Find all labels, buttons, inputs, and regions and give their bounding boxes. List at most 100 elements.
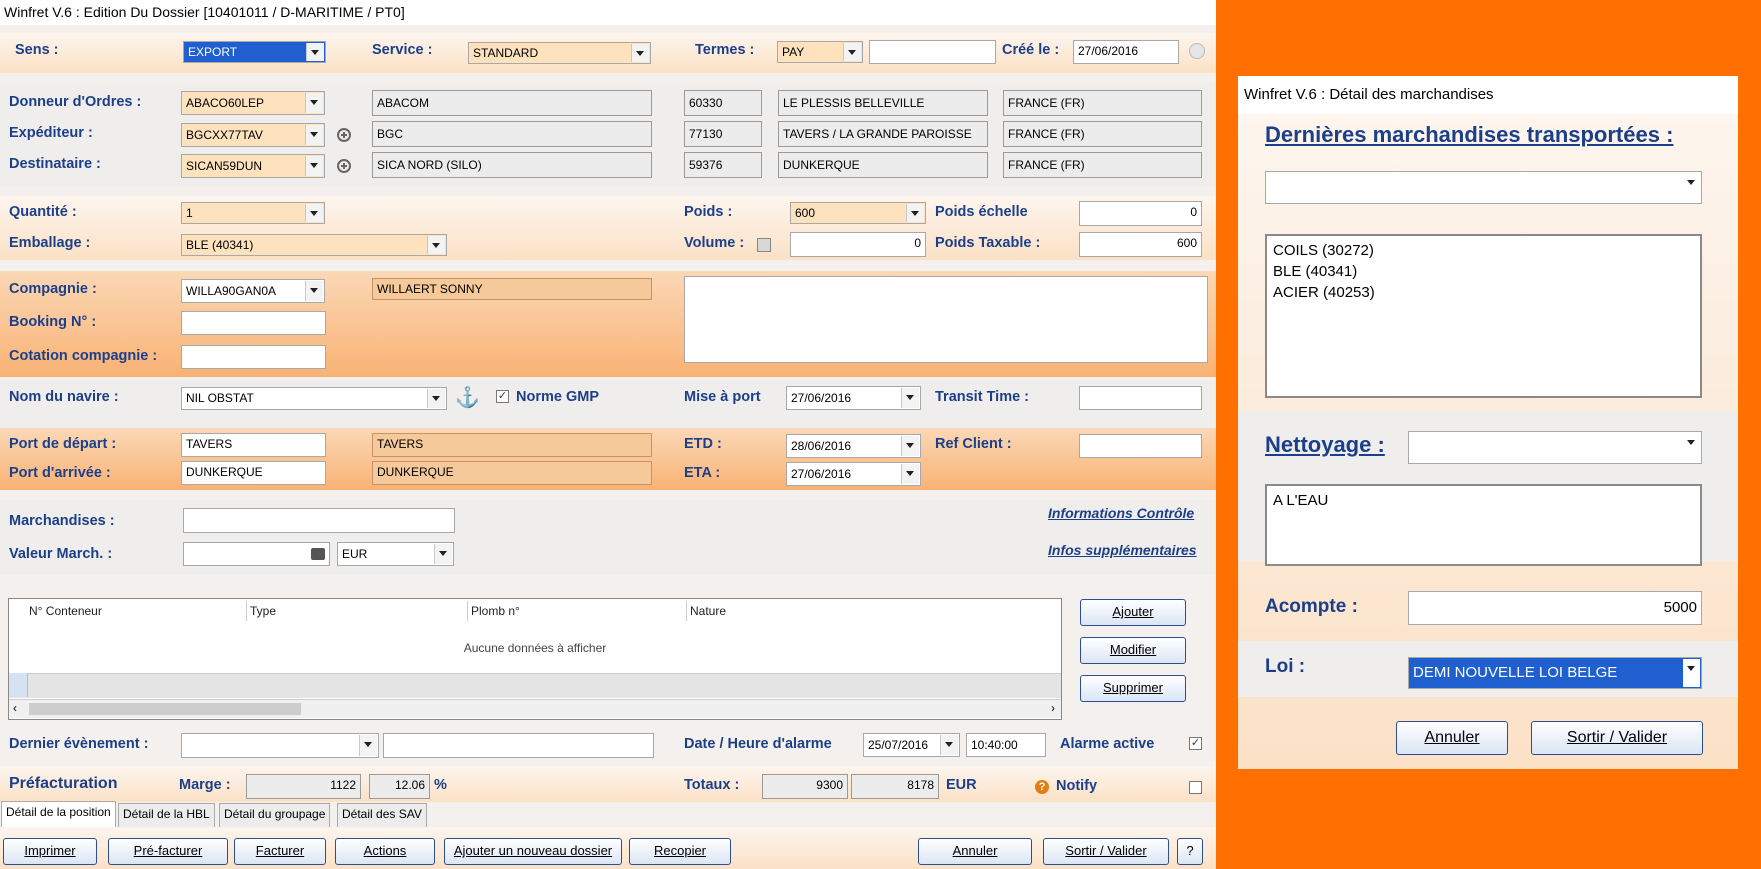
grid-footer-row bbox=[9, 673, 1061, 698]
valeur-input[interactable] bbox=[183, 542, 330, 566]
marchandises-listbox[interactable]: COILS (30272) BLE (40341) ACIER (40253) bbox=[1265, 234, 1702, 398]
booking-input[interactable] bbox=[181, 311, 326, 335]
service-label: Service : bbox=[372, 42, 433, 58]
chevron-down-icon bbox=[1683, 173, 1700, 202]
dernier-evenement-select[interactable] bbox=[181, 733, 379, 758]
cotation-input[interactable] bbox=[181, 345, 326, 369]
service-select[interactable]: STANDARD bbox=[468, 42, 651, 64]
scroll-left-icon[interactable]: ‹ bbox=[13, 701, 17, 715]
termes-extra-input[interactable] bbox=[869, 40, 996, 64]
acompte-input[interactable]: 5000 bbox=[1408, 591, 1702, 625]
poids-echelle-input[interactable]: 0 bbox=[1079, 201, 1202, 226]
poids-taxable-input[interactable]: 600 bbox=[1079, 232, 1202, 257]
quantite-select[interactable]: 1 bbox=[181, 202, 325, 224]
col-header: N° Conteneur bbox=[29, 604, 102, 618]
etd-select[interactable]: 28/06/2016 bbox=[786, 434, 921, 458]
emballage-value: BLE (40341) bbox=[186, 238, 254, 252]
nettoyage-textarea[interactable]: A L'EAU bbox=[1265, 484, 1702, 566]
compagnie-label: Compagnie : bbox=[9, 281, 97, 297]
destinataire-country: FRANCE (FR) bbox=[1003, 152, 1202, 178]
detail-marchandises-window: Winfret V.6 : Détail des marchandises De… bbox=[1238, 76, 1738, 769]
compagnie-select[interactable]: WILLA90GAN0A bbox=[181, 279, 325, 303]
poids-taxable-label: Poids Taxable : bbox=[935, 235, 1041, 251]
alarme-active-checkbox[interactable]: ✓ bbox=[1189, 737, 1202, 750]
supprimer-container-button[interactable]: Supprimer bbox=[1080, 675, 1186, 702]
chevron-down-icon bbox=[1683, 433, 1700, 462]
donneur-city: LE PLESSIS BELLEVILLE bbox=[778, 90, 988, 116]
chevron-down-icon bbox=[901, 436, 919, 456]
col-divider bbox=[467, 601, 468, 621]
ref-client-input[interactable] bbox=[1079, 434, 1202, 458]
dernieres-marchandises-select[interactable] bbox=[1265, 171, 1702, 204]
tab-detail-hbl[interactable]: Détail de la HBL bbox=[118, 803, 215, 827]
help-button[interactable]: ? bbox=[1177, 838, 1203, 865]
eta-select[interactable]: 27/06/2016 bbox=[786, 462, 921, 486]
row-selector[interactable] bbox=[9, 673, 28, 697]
tab-detail-sav[interactable]: Détail des SAV bbox=[337, 803, 427, 827]
notify-checkbox[interactable] bbox=[1189, 781, 1202, 794]
norme-gmp-checkbox[interactable]: ✓ bbox=[496, 390, 509, 403]
sens-select[interactable]: EXPORT bbox=[183, 41, 326, 63]
chevron-down-icon bbox=[427, 236, 445, 254]
side-sortir-valider-button[interactable]: Sortir / Valider bbox=[1531, 721, 1703, 755]
compagnie-name: WILLAERT SONNY bbox=[372, 278, 652, 300]
emballage-label: Emballage : bbox=[9, 235, 91, 251]
chevron-down-icon bbox=[305, 281, 323, 301]
infos-supplementaires-link[interactable]: Infos supplémentaires bbox=[1048, 542, 1197, 558]
devise-value: EUR bbox=[342, 547, 368, 561]
scroll-right-icon[interactable]: › bbox=[1051, 701, 1055, 715]
annuler-button[interactable]: Annuler bbox=[918, 838, 1032, 865]
imprimer-button[interactable]: Imprimer bbox=[3, 838, 97, 865]
add-destinataire-icon[interactable] bbox=[337, 159, 351, 173]
list-item[interactable]: ACIER (40253) bbox=[1273, 282, 1694, 303]
devise-select[interactable]: EUR bbox=[337, 542, 454, 566]
ajouter-dossier-button[interactable]: Ajouter un nouveau dossier bbox=[444, 838, 622, 865]
edit-volume-icon[interactable] bbox=[757, 238, 771, 252]
cree-date-field[interactable]: 27/06/2016 bbox=[1073, 40, 1179, 64]
tab-detail-position[interactable]: Détail de la position bbox=[1, 801, 116, 827]
alarme-date-select[interactable]: 25/07/2016 bbox=[863, 733, 960, 757]
actions-button[interactable]: Actions bbox=[335, 838, 435, 865]
modifier-container-button[interactable]: Modifier bbox=[1080, 637, 1186, 664]
list-item[interactable]: COILS (30272) bbox=[1273, 240, 1694, 261]
horizontal-scrollbar[interactable]: ‹ › bbox=[9, 699, 1061, 718]
marge-label: Marge : bbox=[179, 777, 231, 793]
recopier-button[interactable]: Recopier bbox=[629, 838, 731, 865]
emballage-select[interactable]: BLE (40341) bbox=[181, 234, 447, 256]
prefacturer-button[interactable]: Pré-facturer bbox=[108, 838, 228, 865]
navire-select[interactable]: NIL OBSTAT bbox=[181, 387, 447, 410]
nettoyage-select[interactable] bbox=[1408, 431, 1702, 464]
expediteur-code-select[interactable]: BGCXX77TAV bbox=[181, 123, 325, 147]
list-item[interactable]: BLE (40341) bbox=[1273, 261, 1694, 282]
marchandises-input[interactable] bbox=[183, 508, 455, 533]
chevron-down-icon bbox=[843, 43, 861, 61]
sortir-valider-button[interactable]: Sortir / Valider bbox=[1043, 838, 1169, 865]
scroll-thumb[interactable] bbox=[29, 703, 301, 715]
mise-date-select[interactable]: 27/06/2016 bbox=[786, 386, 921, 410]
status-circle-icon[interactable] bbox=[1189, 43, 1205, 59]
alarme-time-input[interactable]: 10:40:00 bbox=[966, 733, 1046, 757]
poids-echelle-label: Poids échelle bbox=[935, 204, 1028, 220]
volume-input[interactable]: 0 bbox=[790, 232, 926, 257]
ajouter-container-button[interactable]: Ajouter bbox=[1080, 599, 1186, 626]
transit-input[interactable] bbox=[1079, 386, 1202, 410]
loi-select[interactable]: DEMI NOUVELLE LOI BELGE bbox=[1408, 657, 1702, 689]
notify-label: Notify bbox=[1056, 778, 1098, 794]
termes-select[interactable]: PAY bbox=[777, 41, 863, 63]
etd-value: 28/06/2016 bbox=[791, 439, 852, 453]
add-expediteur-icon[interactable] bbox=[337, 128, 351, 142]
donneur-code-select[interactable]: ABACO60LEP bbox=[181, 91, 325, 115]
depart-input[interactable]: TAVERS bbox=[181, 433, 326, 457]
poids-select[interactable]: 600 bbox=[790, 202, 926, 224]
col-header: Plomb n° bbox=[471, 604, 520, 618]
arrivee-input[interactable]: DUNKERQUE bbox=[181, 461, 326, 485]
anchor-icon: ⚓ bbox=[455, 387, 480, 409]
dernier-evenement-text[interactable] bbox=[383, 733, 654, 758]
facturer-button[interactable]: Facturer bbox=[234, 838, 326, 865]
tab-detail-groupage[interactable]: Détail du groupage bbox=[219, 803, 331, 827]
compagnie-notes-textarea[interactable] bbox=[684, 276, 1208, 363]
informations-controle-link[interactable]: Informations Contrôle bbox=[1048, 505, 1194, 521]
destinataire-code-select[interactable]: SICAN59DUN bbox=[181, 154, 325, 178]
calculator-icon[interactable] bbox=[311, 548, 325, 560]
side-annuler-button[interactable]: Annuler bbox=[1396, 721, 1508, 755]
